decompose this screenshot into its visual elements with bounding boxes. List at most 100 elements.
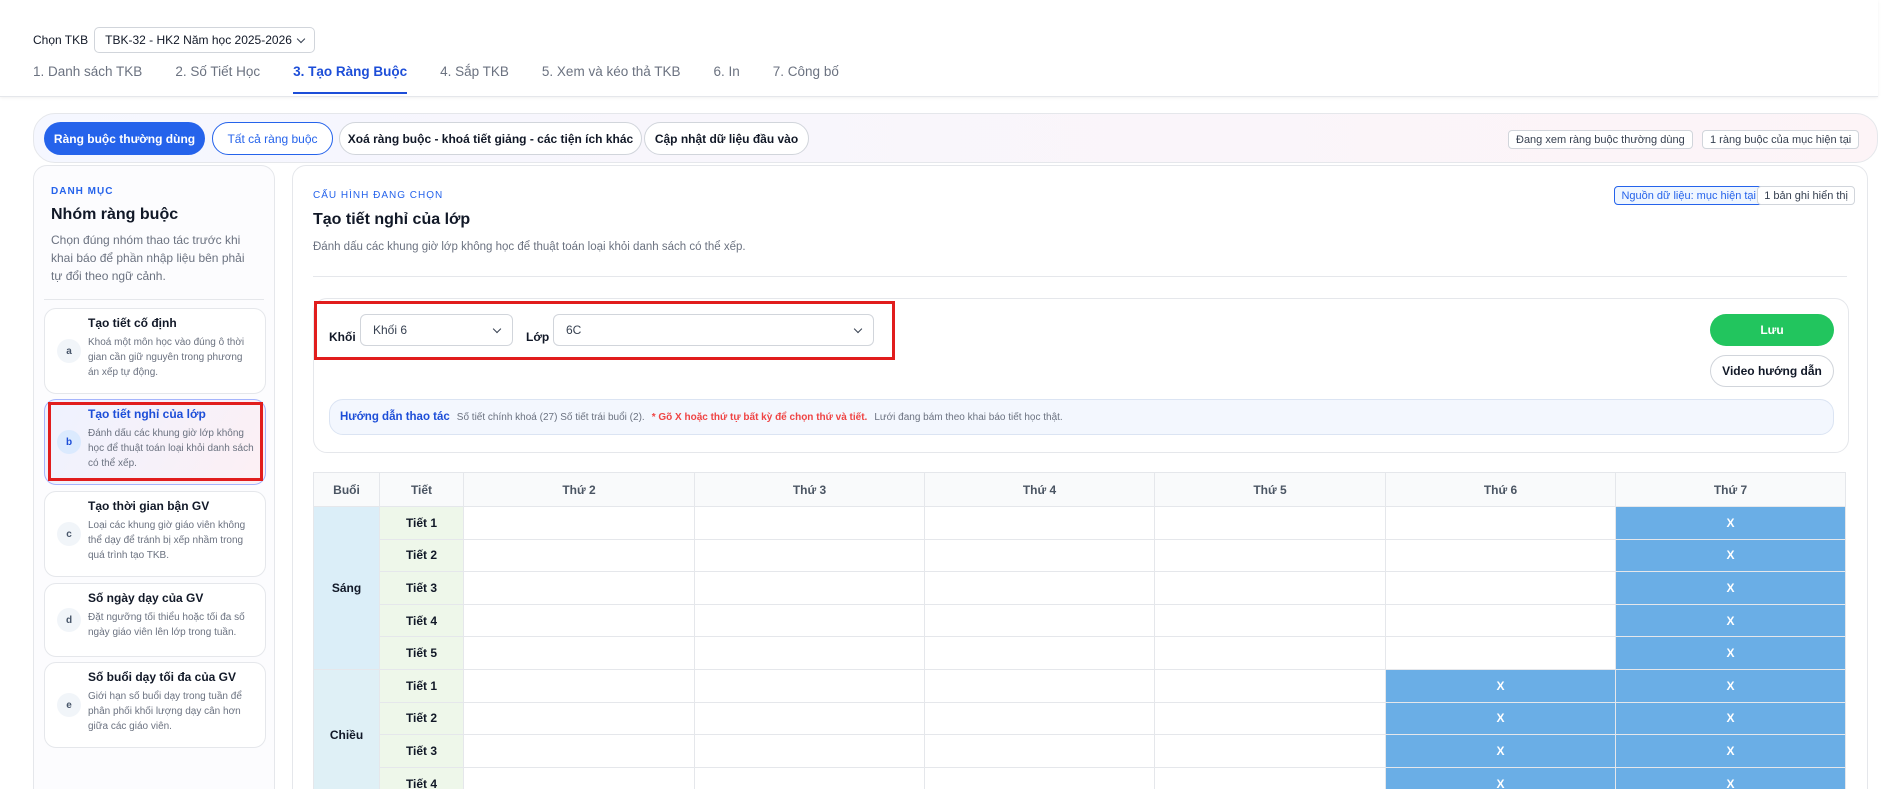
schedule-cell[interactable] — [463, 636, 695, 670]
schedule-cell[interactable] — [1154, 668, 1386, 703]
all-constraints-button[interactable]: Tất cả ràng buộc — [212, 122, 333, 155]
schedule-cell[interactable] — [463, 766, 695, 789]
tab-step-5[interactable]: 5. Xem và kéo thả TKB — [542, 64, 681, 94]
schedule-cell[interactable] — [463, 538, 695, 573]
divider — [44, 299, 264, 300]
schedule-cell[interactable] — [694, 603, 925, 638]
schedule-cell[interactable] — [694, 636, 925, 670]
period-cell: Tiết 1 — [379, 668, 464, 703]
table-row: Tiết 4 XX — [314, 766, 1846, 789]
schedule-cell[interactable] — [694, 668, 925, 703]
tkb-select-value: TBK-32 - HK2 Năm học 2025-2026 — [105, 33, 292, 47]
table-row: Tiết 2 XX — [314, 701, 1846, 736]
item-description: Đánh dấu các khung giờ lớp không học để … — [88, 428, 254, 469]
schedule-cell[interactable] — [924, 734, 1155, 768]
khoi-select-value: Khối 6 — [373, 323, 408, 337]
save-button[interactable]: Lưu — [1710, 314, 1834, 346]
tab-step-1[interactable]: 1. Danh sách TKB — [33, 64, 142, 94]
schedule-cell[interactable] — [1385, 506, 1616, 540]
schedule-cell[interactable] — [924, 603, 1155, 638]
schedule-cell[interactable] — [1385, 636, 1616, 670]
schedule-cell[interactable]: X — [1385, 701, 1616, 736]
schedule-cell[interactable] — [463, 668, 695, 703]
schedule-cell[interactable] — [1154, 766, 1386, 789]
schedule-cell[interactable]: X — [1385, 668, 1616, 703]
tkb-label: Chọn TKB — [33, 33, 89, 47]
sidebar-item-class-break[interactable]: b Tạo tiết nghỉ của lớp Đánh dấu các khu… — [44, 399, 266, 485]
schedule-cell[interactable] — [463, 506, 695, 540]
schedule-cell[interactable]: X — [1615, 668, 1846, 703]
schedule-cell[interactable] — [1385, 571, 1616, 605]
schedule-cell[interactable] — [924, 538, 1155, 573]
sidebar-item-fixed-period[interactable]: a Tạo tiết cố định Khoá một môn học vào … — [44, 308, 266, 394]
records-tag: 1 bản ghi hiển thị — [1757, 186, 1855, 205]
period-cell: Tiết 1 — [379, 506, 464, 540]
lop-select[interactable]: 6C — [553, 314, 874, 346]
schedule-cell[interactable] — [1154, 636, 1386, 670]
table-row: Tiết 3 X — [314, 571, 1846, 605]
schedule-cell[interactable]: X — [1615, 636, 1846, 670]
schedule-cell[interactable] — [1154, 734, 1386, 768]
schedule-cell[interactable]: X — [1615, 538, 1846, 573]
schedule-cell[interactable] — [924, 766, 1155, 789]
schedule-cell[interactable] — [1154, 506, 1386, 540]
khoi-select[interactable]: Khối 6 — [360, 314, 513, 346]
schedule-cell[interactable] — [1154, 603, 1386, 638]
item-title: Tạo thời gian bận GV — [88, 499, 210, 513]
schedule-cell[interactable] — [924, 636, 1155, 670]
schedule-cell[interactable] — [1385, 538, 1616, 573]
schedule-cell[interactable]: X — [1615, 734, 1846, 768]
schedule-cell[interactable] — [463, 734, 695, 768]
schedule-cell[interactable]: X — [1615, 603, 1846, 638]
schedule-cell[interactable]: X — [1615, 571, 1846, 605]
viewing-tag: Đang xem ràng buộc thường dùng — [1508, 130, 1693, 149]
common-constraints-button[interactable]: Ràng buộc thường dùng — [44, 122, 205, 155]
schedule-cell[interactable]: X — [1385, 766, 1616, 789]
tab-step-4[interactable]: 4. Sắp TKB — [440, 64, 509, 94]
schedule-cell[interactable] — [1154, 538, 1386, 573]
schedule-cell[interactable] — [1154, 571, 1386, 605]
sidebar-item-teacher-busy[interactable]: c Tạo thời gian bận GV Loại các khung gi… — [44, 491, 266, 577]
schedule-cell[interactable] — [463, 571, 695, 605]
item-title: Tạo tiết nghỉ của lớp — [88, 407, 206, 421]
tab-step-7[interactable]: 7. Công bố — [773, 64, 839, 94]
guide-note: Lưới đang bám theo khai báo tiết học thậ… — [874, 411, 1063, 423]
tab-step-3[interactable]: 3. Tạo Ràng Buộc — [293, 64, 408, 94]
schedule-cell[interactable]: X — [1615, 766, 1846, 789]
schedule-cell[interactable] — [924, 506, 1155, 540]
table-row: Tiết 3 XX — [314, 734, 1846, 768]
schedule-cell[interactable] — [924, 668, 1155, 703]
item-title: Số ngày dạy của GV — [88, 591, 204, 605]
schedule-cell[interactable] — [694, 766, 925, 789]
schedule-cell[interactable] — [1385, 603, 1616, 638]
schedule-cell[interactable] — [924, 701, 1155, 736]
schedule-cell[interactable] — [1154, 701, 1386, 736]
schedule-cell[interactable] — [924, 571, 1155, 605]
schedule-cell[interactable] — [694, 734, 925, 768]
schedule-cell[interactable] — [694, 571, 925, 605]
sidebar-item-teacher-sessions[interactable]: e Số buổi dạy tối đa của GV Giới hạn số … — [44, 662, 266, 748]
schedule-cell[interactable] — [694, 538, 925, 573]
schedule-cell[interactable] — [463, 701, 695, 736]
lop-label: Lớp — [526, 330, 550, 344]
tab-step-6[interactable]: 6. In — [714, 64, 740, 94]
schedule-cell[interactable] — [694, 701, 925, 736]
schedule-cell[interactable]: X — [1385, 734, 1616, 768]
delete-constraints-button[interactable]: Xoá ràng buộc - khoá tiết giảng - các ti… — [339, 122, 642, 155]
schedule-cell[interactable]: X — [1615, 701, 1846, 736]
item-description: Loại các khung giờ giáo viên không thể d… — [88, 520, 246, 561]
step-tabs: 1. Danh sách TKB 2. Số Tiết Học 3. Tạo Ràn… — [33, 64, 872, 94]
video-guide-button[interactable]: Video hướng dẫn — [1710, 355, 1834, 387]
main-panel: CẤU HÌNH ĐANG CHỌN Tạo tiết nghỉ của lớp… — [292, 165, 1868, 789]
schedule-cell[interactable] — [463, 603, 695, 638]
item-description: Khoá một môn học vào đúng ô thời gian cầ… — [88, 337, 245, 378]
tkb-select[interactable]: TBK-32 - HK2 Năm học 2025-2026 — [94, 27, 315, 53]
period-cell: Tiết 5 — [379, 636, 464, 670]
main-overline: CẤU HÌNH ĐANG CHỌN — [313, 190, 444, 201]
schedule-cell[interactable]: X — [1615, 506, 1846, 540]
schedule-cell[interactable] — [694, 506, 925, 540]
sidebar-item-teacher-days[interactable]: d Số ngày dạy của GV Đặt ngưỡng tối thiể… — [44, 583, 266, 657]
tab-step-2[interactable]: 2. Số Tiết Học — [175, 64, 260, 94]
update-input-button[interactable]: Cập nhật dữ liệu đầu vào — [644, 122, 809, 155]
period-cell: Tiết 2 — [379, 538, 464, 573]
